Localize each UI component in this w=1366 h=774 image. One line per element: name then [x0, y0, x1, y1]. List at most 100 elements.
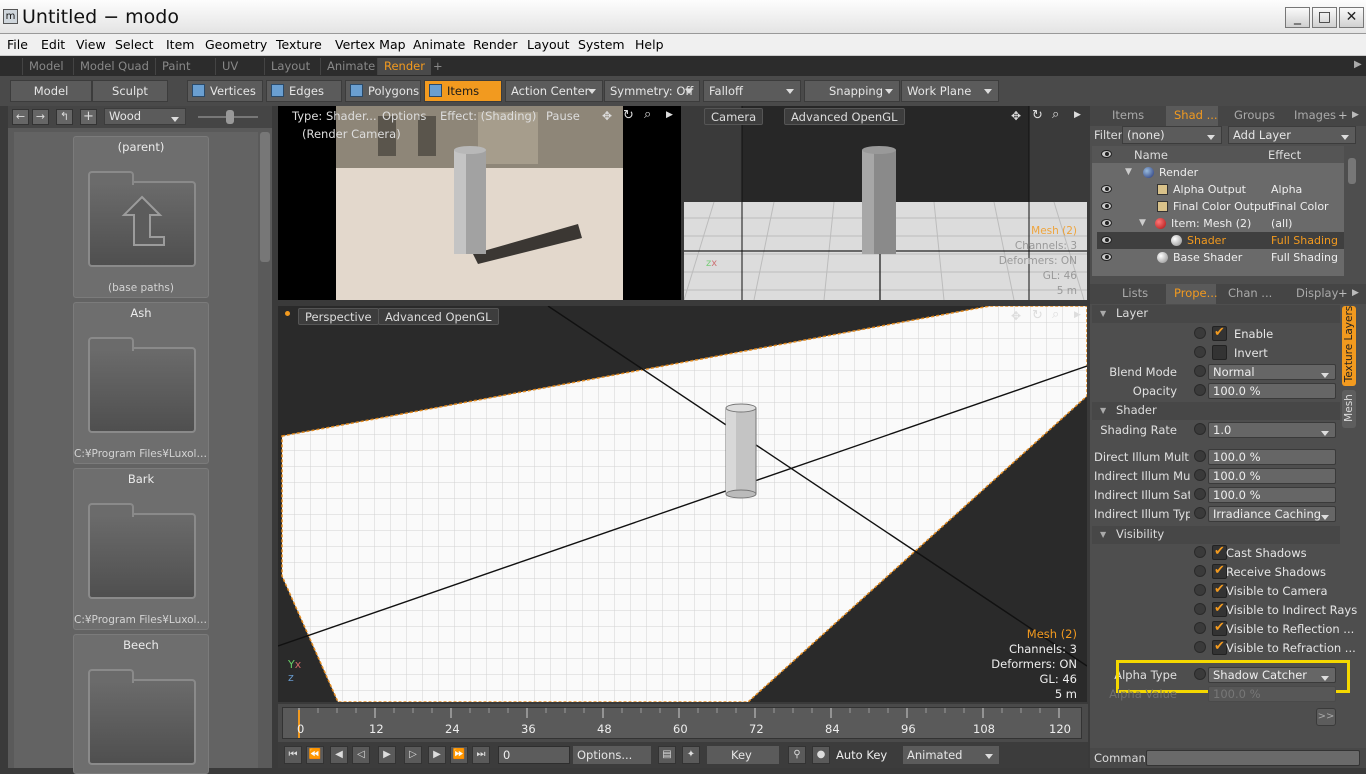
indirect-illum-mul-field[interactable]: 100.0 % — [1208, 468, 1336, 484]
modo-icon[interactable]: m — [3, 9, 18, 24]
receive-shadows-channel-dot[interactable] — [1194, 565, 1206, 577]
viewport-menu-icon[interactable]: ▶ — [1074, 110, 1081, 120]
expand-more-button[interactable]: >> — [1316, 708, 1336, 726]
expand-arrow-icon[interactable]: ▼ — [1125, 164, 1132, 181]
menu-texture[interactable]: Texture — [276, 37, 322, 52]
back-arrow-icon[interactable]: ← — [12, 109, 29, 125]
render-effect-dropdown[interactable]: Effect: (Shading) — [434, 108, 542, 125]
menu-select[interactable]: Select — [115, 37, 154, 52]
key-tool-icon[interactable]: ⚲ — [788, 746, 806, 764]
tab-display[interactable]: Display — [1288, 284, 1338, 304]
render-preview-viewport[interactable]: Type: Shader... Options Effect: (Shading… — [278, 106, 681, 300]
next-key-icon[interactable]: ⏩ — [450, 746, 468, 764]
layout-tab-animate[interactable]: Animate — [320, 58, 381, 75]
enable-checkbox[interactable] — [1212, 325, 1227, 341]
shading-rate-field[interactable]: 1.0 — [1208, 422, 1336, 438]
snapping-dropdown[interactable]: Snapping — [804, 80, 900, 102]
add-tab-icon[interactable]: + — [1338, 108, 1348, 122]
tabs-scroll-right-icon[interactable]: ▶ — [1352, 288, 1359, 298]
render-pause-button[interactable]: Pause — [540, 108, 586, 125]
layout-tab-paint[interactable]: Paint — [155, 58, 196, 75]
step-forward-icon[interactable]: ▷ — [404, 746, 422, 764]
invert-checkbox[interactable] — [1212, 345, 1227, 360]
direct-illum-field[interactable]: 100.0 % — [1208, 449, 1336, 465]
visible-to-reflection-checkbox[interactable] — [1212, 620, 1227, 636]
visible-to-indirect-channel-dot[interactable] — [1194, 603, 1206, 615]
camera-render-mode-button[interactable]: Advanced OpenGL — [784, 108, 905, 125]
thumbnail-size-slider-handle[interactable] — [226, 110, 234, 124]
viewport-menu-icon[interactable]: ▶ — [666, 110, 673, 120]
visible-to-camera-checkbox[interactable] — [1212, 582, 1227, 598]
shader-tree-scrollbar[interactable] — [1348, 158, 1356, 184]
preset-card-parent[interactable]: (parent) (base paths) — [73, 136, 209, 298]
tabs-scroll-right-icon[interactable]: ▶ — [1352, 110, 1359, 120]
add-layer-dropdown[interactable]: Add Layer — [1228, 126, 1356, 144]
side-tab-texture-layers[interactable]: Texture Layers — [1342, 306, 1356, 386]
indirect-illum-mul-channel-dot[interactable] — [1194, 469, 1206, 481]
menu-layout[interactable]: Layout — [527, 37, 570, 52]
tree-row-final-color-output[interactable]: Final Color Output Final Color — [1097, 198, 1344, 215]
preset-card-beech[interactable]: Beech — [73, 634, 209, 774]
command-input[interactable] — [1146, 750, 1360, 766]
section-layer[interactable]: ▼ Layer — [1092, 305, 1340, 323]
add-icon[interactable]: + — [80, 109, 97, 125]
add-layout-tab-button[interactable]: + — [427, 58, 449, 75]
preset-card-bark[interactable]: Bark C:¥Program Files¥Luxolo... — [73, 468, 209, 630]
minimize-button[interactable]: _ — [1285, 7, 1310, 28]
layout-tab-uv[interactable]: UV — [215, 58, 244, 75]
layout-tab-model[interactable]: Model — [22, 58, 70, 75]
section-visibility[interactable]: ▼ Visibility — [1092, 526, 1340, 544]
menu-file[interactable]: File — [7, 37, 28, 52]
layout-tab-model-quad[interactable]: Model Quad — [73, 58, 155, 75]
column-effect[interactable]: Effect — [1268, 148, 1301, 162]
blend-mode-channel-dot[interactable] — [1194, 365, 1206, 377]
close-button[interactable]: ✕ — [1339, 7, 1364, 28]
preset-scrollbar[interactable] — [260, 132, 270, 262]
tree-row-base-shader[interactable]: Base Shader Full Shading — [1097, 249, 1344, 266]
tab-images[interactable]: Images — [1286, 106, 1336, 126]
record-icon[interactable]: ● — [812, 746, 830, 764]
receive-shadows-checkbox[interactable] — [1212, 563, 1227, 579]
visibility-eye-icon[interactable] — [1101, 185, 1112, 193]
rotate-view-icon[interactable]: ↻ — [1032, 308, 1043, 323]
visibility-eye-icon[interactable] — [1101, 236, 1112, 244]
items-button[interactable]: Items — [424, 80, 502, 102]
enable-channel-dot[interactable] — [1194, 327, 1206, 339]
tab-lists[interactable]: Lists — [1114, 284, 1148, 304]
sculpt-mode-button[interactable]: Sculpt — [92, 80, 168, 102]
tree-row-item-mesh[interactable]: ▼ Item: Mesh (2) (all) — [1097, 215, 1344, 232]
cast-shadows-channel-dot[interactable] — [1194, 546, 1206, 558]
zoom-view-icon[interactable]: ⌕ — [1052, 107, 1059, 122]
auto-key-mode-dropdown[interactable]: Animated — [902, 745, 1000, 765]
direct-illum-channel-dot[interactable] — [1194, 450, 1206, 462]
tab-properties[interactable]: Prope... — [1166, 284, 1218, 304]
tab-items[interactable]: Items — [1104, 106, 1144, 126]
menu-animate[interactable]: Animate — [413, 37, 465, 52]
current-frame-field[interactable]: 0 — [498, 746, 570, 764]
menu-render[interactable]: Render — [473, 37, 518, 52]
visibility-eye-icon[interactable] — [1101, 219, 1112, 227]
preset-filter-dropdown[interactable]: Wood — [104, 108, 186, 125]
vertices-button[interactable]: Vertices — [187, 80, 263, 102]
auto-key-button[interactable]: Auto Key — [836, 748, 887, 762]
falloff-dropdown[interactable]: Falloff — [703, 80, 801, 102]
render-type-dropdown[interactable]: Type: Shader... — [286, 108, 383, 125]
blend-mode-dropdown[interactable]: Normal — [1208, 364, 1336, 380]
perspective-viewport[interactable]: Perspective Advanced OpenGL ✥ ↻ ⌕ ▶ Mesh… — [278, 306, 1087, 702]
expand-arrow-icon[interactable]: ▼ — [1139, 215, 1146, 232]
menu-help[interactable]: Help — [635, 37, 664, 52]
layout-scroll-right-icon[interactable]: ▶ — [1354, 59, 1362, 70]
tab-shader-tree[interactable]: Shad ... — [1166, 106, 1218, 126]
layout-tab-render[interactable]: Render — [377, 58, 431, 75]
next-frame-icon[interactable]: ▶ — [428, 746, 446, 764]
set-key-button[interactable]: Key — [706, 745, 780, 765]
move-view-icon[interactable]: ✥ — [1011, 109, 1021, 123]
zoom-view-icon[interactable]: ⌕ — [644, 107, 651, 122]
move-view-icon[interactable]: ✥ — [1011, 309, 1021, 323]
camera-viewport[interactable]: Camera Advanced OpenGL ✥ ↻ ⌕ ▶ Mesh (2) … — [684, 106, 1087, 300]
menu-edit[interactable]: Edit — [41, 37, 65, 52]
visible-to-refraction-checkbox[interactable] — [1212, 639, 1227, 655]
go-to-end-icon[interactable]: ⏭ — [472, 746, 490, 764]
preset-card-ash[interactable]: Ash C:¥Program Files¥Luxolo... — [73, 302, 209, 464]
go-to-start-icon[interactable]: ⏮ — [284, 746, 302, 764]
